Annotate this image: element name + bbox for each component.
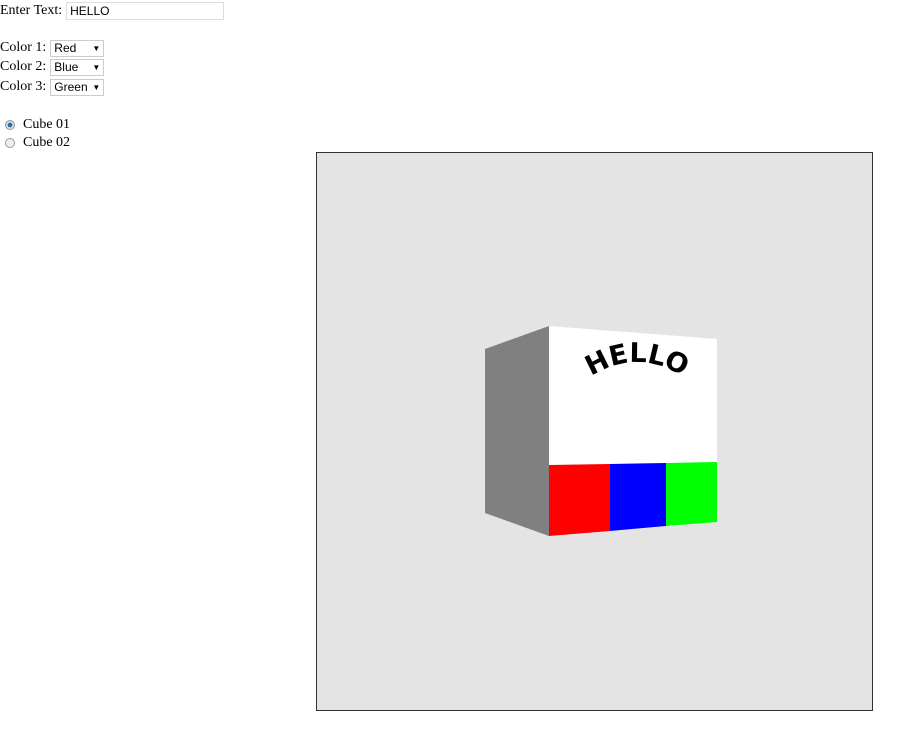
stripe-color-2: [610, 463, 666, 531]
color-1-value: Red: [54, 41, 77, 55]
chevron-down-icon: ▼: [92, 82, 101, 92]
color-3-label: Color 3:: [0, 79, 47, 94]
cube-canvas[interactable]: HELLO: [316, 152, 873, 711]
color-2-select[interactable]: Blue ▼: [50, 58, 105, 76]
color-1-row: Color 1: Red ▼: [0, 38, 105, 58]
chevron-down-icon: ▼: [92, 62, 101, 72]
text-input[interactable]: [66, 2, 225, 20]
text-input-row: Enter Text:: [0, 1, 225, 21]
radio-button[interactable]: [5, 138, 15, 148]
color-2-value: Blue: [54, 60, 79, 74]
radio-button-checked[interactable]: [5, 120, 15, 130]
stripe-color-1: [549, 464, 610, 536]
stripe-color-3: [666, 462, 717, 526]
color-3-value: Green: [54, 80, 88, 94]
color-1-select[interactable]: Red ▼: [50, 39, 105, 57]
radio-label: Cube 01: [23, 117, 71, 132]
radio-cube-01[interactable]: Cube 01: [0, 115, 70, 135]
chevron-down-icon: ▼: [92, 43, 101, 53]
cube-render: HELLO: [485, 326, 717, 536]
color-3-row: Color 3: Green ▼: [0, 77, 105, 97]
color-3-select[interactable]: Green ▼: [50, 78, 105, 96]
radio-cube-02[interactable]: Cube 02: [0, 133, 70, 153]
color-2-label: Color 2:: [0, 59, 47, 74]
radio-label: Cube 02: [23, 135, 71, 150]
text-input-label: Enter Text:: [0, 3, 63, 18]
color-2-row: Color 2: Blue ▼: [0, 57, 105, 77]
color-1-label: Color 1:: [0, 40, 47, 55]
cube-side-face: [485, 326, 549, 536]
